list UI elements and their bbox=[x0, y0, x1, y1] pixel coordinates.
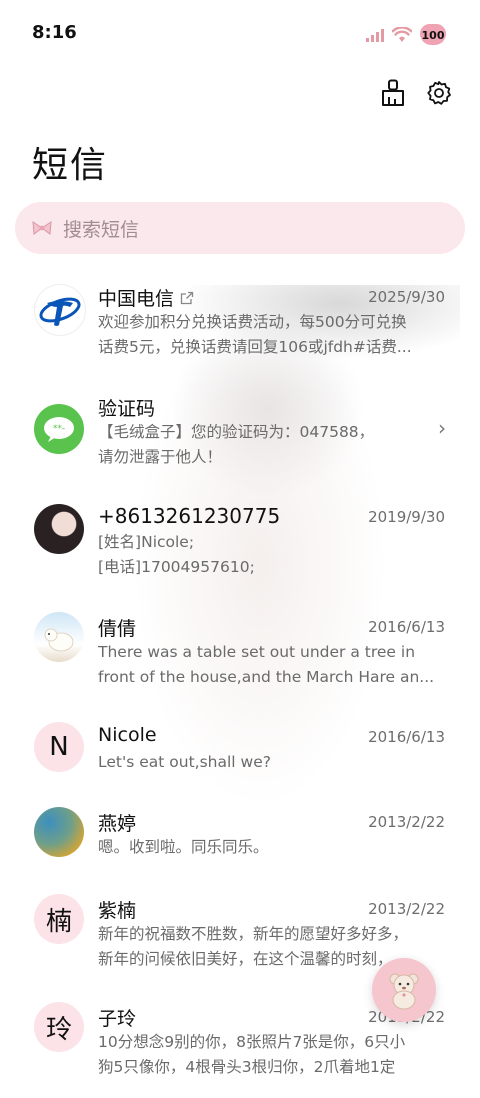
conversation-item[interactable]: 中国电信 2025/9/30 欢迎参加积分兑换话费活动，每500分可兑换 话费5… bbox=[0, 270, 480, 378]
conversation-name: 燕婷 bbox=[98, 813, 137, 835]
chevron-right-icon: › bbox=[438, 416, 446, 440]
status-time: 8:16 bbox=[32, 22, 77, 43]
battery-icon: 100 bbox=[420, 24, 446, 45]
conversation-name-text: 中国电信 bbox=[98, 288, 175, 310]
page-title: 短信 bbox=[32, 145, 109, 186]
letter-avatar: N bbox=[34, 722, 84, 772]
contact-photo-avatar bbox=[34, 504, 84, 554]
status-icons: 100 bbox=[366, 24, 446, 45]
conversation-date: 2025/9/30 bbox=[368, 288, 445, 306]
conversation-preview: 嗯。收到啦。同乐同乐。 bbox=[98, 835, 446, 860]
wifi-icon bbox=[392, 26, 412, 42]
preview-line: 10分想念9别的你，8张照片7张是你，6只小 bbox=[98, 1033, 406, 1051]
telecom-logo-icon bbox=[39, 297, 81, 326]
preview-line: 新年的祝福数不胜数，新年的愿望好多好多， bbox=[98, 925, 409, 943]
conversation-preview: 【毛绒盒子】您的验证码为：047588， 请勿泄露于他人！ bbox=[98, 420, 446, 470]
conversation-name: 中国电信 bbox=[98, 284, 194, 311]
gear-icon bbox=[427, 81, 451, 105]
conversation-name: Nicole bbox=[98, 724, 157, 746]
conversation-name: 紫楠 bbox=[98, 900, 137, 922]
conversation-name: 子玲 bbox=[98, 1008, 137, 1030]
preview-line: Let's eat out,shall we? bbox=[98, 753, 271, 771]
conversation-preview: Let's eat out,shall we? bbox=[98, 750, 446, 775]
preview-line: 嗯。收到啦。同乐同乐。 bbox=[98, 838, 269, 856]
letter-avatar: 楠 bbox=[34, 894, 84, 944]
conversation-preview: There was a table set out under a tree i… bbox=[98, 640, 446, 690]
conversation-date: 2016/6/13 bbox=[368, 618, 445, 636]
preview-line: 话费5元，兑换话费请回复106或jfdh#话费... bbox=[98, 338, 412, 356]
preview-line: 欢迎参加积分兑换话费活动，每500分可兑换 bbox=[98, 313, 407, 331]
polar-bear-icon bbox=[44, 628, 74, 652]
conversation-date: 2016/6/13 bbox=[368, 728, 445, 746]
conversation-item[interactable]: **- 验证码 【毛绒盒子】您的验证码为：047588， 请勿泄露于他人！ › bbox=[0, 380, 480, 488]
conversation-name: +8613261230775 bbox=[98, 504, 281, 528]
preview-line: [姓名]Nicole; bbox=[98, 533, 195, 551]
top-actions bbox=[378, 78, 454, 108]
svg-text:**-: **- bbox=[53, 424, 65, 434]
conversation-item[interactable]: 倩倩 2016/6/13 There was a table set out u… bbox=[0, 600, 480, 708]
contact-photo-avatar bbox=[34, 807, 84, 857]
brush-icon bbox=[382, 79, 404, 106]
letter-avatar: 玲 bbox=[34, 1002, 84, 1052]
conversation-item[interactable]: +8613261230775 2019/9/30 [姓名]Nicole; [电话… bbox=[0, 490, 480, 598]
new-message-fab[interactable] bbox=[372, 958, 436, 1022]
conversation-name: 倩倩 bbox=[98, 618, 137, 640]
status-bar: 8:16 100 bbox=[0, 0, 480, 68]
conversation-preview: 10分想念9别的你，8张照片7张是你，6只小 狗5只像你，4根骨头3根归你，2爪… bbox=[98, 1030, 446, 1080]
preview-line: front of the house,and the March Hare an… bbox=[98, 668, 435, 686]
conversation-date: 2013/2/22 bbox=[368, 900, 445, 918]
teddy-bear-icon bbox=[389, 973, 419, 1010]
settings-button[interactable] bbox=[424, 78, 454, 108]
conversation-preview: [姓名]Nicole; [电话]17004957610; bbox=[98, 530, 446, 580]
preview-line: [电话]17004957610; bbox=[98, 558, 255, 576]
clean-brush-button[interactable] bbox=[378, 78, 408, 108]
conversation-date: 2019/9/30 bbox=[368, 508, 445, 526]
search-bar[interactable]: 搜索短信 bbox=[15, 202, 465, 254]
signal-icon bbox=[366, 28, 384, 42]
message-bubble-avatar: **- bbox=[34, 404, 84, 454]
preview-line: 【毛绒盒子】您的验证码为：047588， bbox=[98, 423, 375, 441]
preview-line: There was a table set out under a tree i… bbox=[98, 643, 416, 661]
conversation-preview: 欢迎参加积分兑换话费活动，每500分可兑换 话费5元，兑换话费请回复106或jf… bbox=[98, 310, 446, 360]
bow-icon bbox=[32, 221, 52, 235]
search-placeholder: 搜索短信 bbox=[63, 218, 140, 241]
preview-line: 请勿泄露于他人！ bbox=[98, 448, 223, 466]
edit-external-icon bbox=[180, 291, 194, 304]
preview-line: 狗5只像你，4根骨头3根归你，2爪着地1定 bbox=[98, 1058, 396, 1076]
polar-bear-avatar bbox=[34, 612, 84, 662]
chat-bubble-icon: **- bbox=[44, 417, 74, 442]
conversation-date: 2013/2/22 bbox=[368, 813, 445, 831]
china-telecom-logo-avatar bbox=[34, 284, 86, 336]
conversation-name: 验证码 bbox=[98, 398, 156, 420]
